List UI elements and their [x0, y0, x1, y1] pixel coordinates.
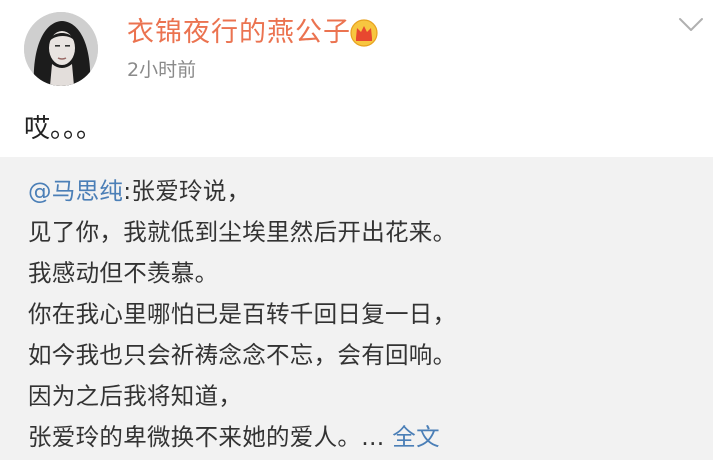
repost-content: @马思纯:张爱玲说， 见了你，我就低到尘埃里然后开出花来。 我感动但不羡慕。 你… [28, 171, 456, 458]
repost-box[interactable]: @马思纯:张爱玲说， 见了你，我就低到尘埃里然后开出花来。 我感动但不羡慕。 你… [0, 157, 713, 460]
post-header: 衣锦夜行的燕公子 2小时前 [0, 0, 713, 96]
read-more-link[interactable]: 全文 [392, 423, 440, 451]
post-text: 哎。。。 [24, 114, 103, 144]
repost-last-line: 张爱玲的卑微换不来她的爱人。... 全文 [28, 417, 456, 458]
repost-line: 因为之后我将知道， [28, 382, 243, 410]
avatar[interactable] [24, 12, 98, 86]
repost-line-1: @马思纯:张爱玲说， [28, 171, 456, 212]
crown-icon[interactable] [350, 19, 378, 47]
avatar-image [24, 12, 98, 86]
repost-line: 你在我心里哪怕已是百转千回日复一日， [28, 300, 457, 328]
repost-line: 如今我也只会祈祷念念不忘，会有回响。 [28, 341, 457, 369]
username-link[interactable]: 衣锦夜行的燕公子 [127, 16, 351, 50]
chevron-down-icon[interactable] [678, 16, 704, 34]
mention-link[interactable]: @马思纯 [28, 177, 123, 205]
post-timestamp: 2小时前 [127, 59, 197, 81]
ellipsis: ... [361, 423, 385, 451]
repost-line: 见了你，我就低到尘埃里然后开出花来。 [28, 218, 457, 246]
repost-line-text: :张爱玲说， [123, 177, 251, 205]
repost-line: 我感动但不羡慕。 [28, 259, 219, 287]
repost-line-text: 张爱玲的卑微换不来她的爱人。 [28, 423, 362, 451]
